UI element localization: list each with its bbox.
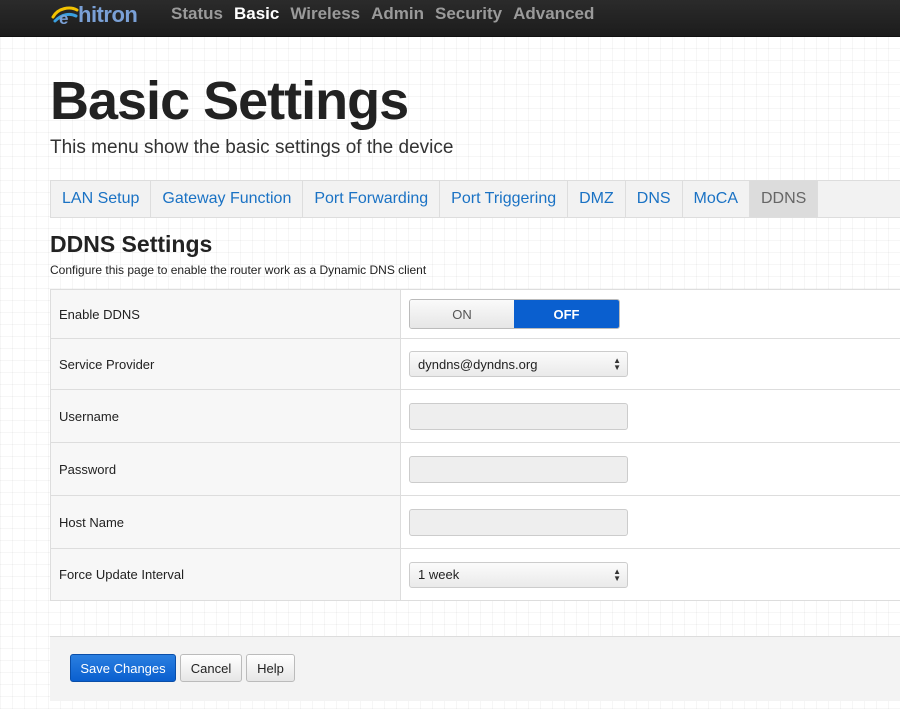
tab-ddns[interactable]: DDNS xyxy=(750,181,819,217)
force-update-interval-select[interactable]: 1 week ▲ ▼ xyxy=(409,561,628,588)
username-input[interactable] xyxy=(409,402,628,430)
host-name-label: Host Name xyxy=(51,496,401,548)
hitron-swoosh-icon: e xyxy=(51,6,79,28)
section-description: Configure this page to enable the router… xyxy=(50,263,427,277)
page-title: Basic Settings xyxy=(50,71,409,131)
help-button[interactable]: Help xyxy=(246,654,295,682)
nav-wireless[interactable]: Wireless xyxy=(290,4,360,24)
ddns-form: Enable DDNS ON OFF Service Provider dynd… xyxy=(50,289,900,601)
tab-gateway-function[interactable]: Gateway Function xyxy=(151,181,304,217)
nav-advanced[interactable]: Advanced xyxy=(513,4,594,24)
service-provider-value: dyndns@dyndns.org xyxy=(418,356,538,372)
tab-port-triggering[interactable]: Port Triggering xyxy=(440,181,569,217)
save-changes-button[interactable]: Save Changes xyxy=(70,654,176,682)
enable-ddns-toggle[interactable]: ON OFF xyxy=(409,299,620,329)
section-title: DDNS Settings xyxy=(50,231,213,257)
host-name-input[interactable] xyxy=(409,508,628,536)
nav-security[interactable]: Security xyxy=(435,4,502,24)
tab-moca[interactable]: MoCA xyxy=(683,181,750,217)
toggle-off-button[interactable]: OFF xyxy=(514,300,619,328)
host-name-row: Host Name xyxy=(51,496,900,549)
username-label: Username xyxy=(51,390,401,442)
select-arrows-icon: ▲ ▼ xyxy=(613,566,621,583)
page-subtitle: This menu show the basic settings of the… xyxy=(50,137,454,158)
nav-admin[interactable]: Admin xyxy=(371,4,424,24)
force-update-interval-value: 1 week xyxy=(418,567,460,582)
service-provider-select[interactable]: dyndns@dyndns.org ▲ ▼ xyxy=(409,351,628,377)
brand-name: hitron xyxy=(78,2,138,27)
password-row: Password xyxy=(51,443,900,496)
tab-dns[interactable]: DNS xyxy=(626,181,683,217)
nav-status[interactable]: Status xyxy=(171,4,223,24)
password-label: Password xyxy=(51,443,401,495)
top-nav-bar: e hitron Status Basic Wireless Admin Sec… xyxy=(0,0,900,37)
enable-ddns-row: Enable DDNS ON OFF xyxy=(51,290,900,339)
brand-logo[interactable]: e hitron xyxy=(50,2,138,28)
service-provider-row: Service Provider dyndns@dyndns.org ▲ ▼ xyxy=(51,339,900,390)
enable-ddns-label: Enable DDNS xyxy=(51,290,401,338)
force-update-interval-row: Force Update Interval 1 week ▲ ▼ xyxy=(51,549,900,601)
username-row: Username xyxy=(51,390,900,443)
cancel-button[interactable]: Cancel xyxy=(180,654,242,682)
basic-tabs: LAN Setup Gateway Function Port Forwardi… xyxy=(50,180,900,218)
tab-dmz[interactable]: DMZ xyxy=(568,181,626,217)
select-arrows-icon: ▲ ▼ xyxy=(613,356,621,372)
tab-lan-setup[interactable]: LAN Setup xyxy=(51,181,152,217)
svg-text:e: e xyxy=(59,9,68,28)
form-actions: Save Changes Cancel Help xyxy=(50,636,900,701)
main-nav: Status Basic Wireless Admin Security Adv… xyxy=(171,4,605,24)
force-update-interval-label: Force Update Interval xyxy=(51,549,401,600)
tab-port-forwarding[interactable]: Port Forwarding xyxy=(303,181,441,217)
password-input[interactable] xyxy=(409,455,628,483)
toggle-on-button[interactable]: ON xyxy=(410,300,514,328)
nav-basic[interactable]: Basic xyxy=(234,4,279,24)
service-provider-label: Service Provider xyxy=(51,339,401,389)
